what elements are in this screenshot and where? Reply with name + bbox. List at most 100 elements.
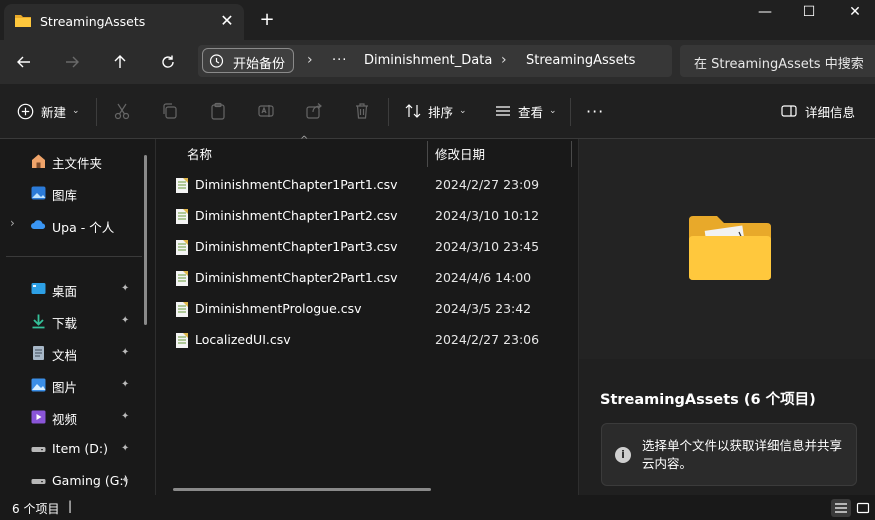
download-icon [32, 314, 45, 329]
video-icon [31, 410, 46, 424]
file-date: 2024/3/5 23:42 [435, 301, 532, 316]
paste-button[interactable] [209, 98, 227, 124]
home-icon [32, 154, 45, 168]
file-row[interactable]: DiminishmentChapter2Part1.csv 2024/4/6 1… [171, 266, 571, 292]
horizontal-scrollbar[interactable] [173, 488, 431, 491]
sidebar-item-videos[interactable]: 视频 ✦ [0, 403, 145, 431]
rename-button[interactable] [257, 98, 275, 124]
breadcrumb-more[interactable]: ··· [332, 53, 347, 68]
view-list-icon [496, 106, 510, 116]
pin-icon[interactable]: ✦ [121, 379, 129, 390]
drive-icon [31, 479, 46, 484]
address-bar[interactable]: 开始备份 › ··· Diminishment_Data › Streaming… [198, 45, 672, 77]
sidebar-item-label: 图片 [52, 380, 78, 395]
rename-icon [258, 105, 274, 117]
status-bar: 6 个项目 | [0, 495, 875, 520]
tab-close-icon[interactable]: ✕ [216, 10, 238, 32]
close-button[interactable]: ✕ [832, 0, 875, 24]
csv-file-icon [176, 178, 188, 193]
new-label: 新建 [41, 104, 67, 120]
trash-icon [356, 103, 368, 119]
large-icons-view-button[interactable] [853, 499, 873, 517]
sidebar-item-pictures[interactable]: 图片 ✦ [0, 371, 145, 399]
delete-button[interactable] [353, 98, 371, 124]
maximize-button[interactable]: ☐ [786, 0, 832, 24]
start-backup-button[interactable]: 开始备份 [202, 48, 294, 73]
details-pane-button[interactable]: 详细信息 [780, 98, 855, 124]
sidebar-item-drive-d[interactable]: Item (D:) ✦ [0, 435, 145, 463]
minimize-button[interactable]: — [742, 0, 788, 24]
sidebar-scrollbar[interactable] [144, 155, 147, 325]
breadcrumb-streamingassets[interactable]: StreamingAssets [526, 53, 635, 68]
sidebar-item-desktop[interactable]: 桌面 ✦ [0, 275, 145, 303]
sidebar-item-label: 桌面 [52, 284, 78, 299]
sidebar-item-downloads[interactable]: 下载 ✦ [0, 307, 145, 335]
refresh-button[interactable] [154, 48, 182, 76]
file-row[interactable]: DiminishmentChapter1Part2.csv 2024/3/10 … [171, 204, 571, 230]
sidebar-item-label: 下载 [52, 316, 78, 331]
cloud-backup-icon [209, 54, 224, 68]
breadcrumb-separator: › [307, 52, 313, 68]
more-options-icon: ··· [586, 101, 605, 121]
new-button[interactable]: 新建 ⌄ [17, 98, 80, 124]
file-date: 2024/4/6 14:00 [435, 270, 532, 285]
sidebar-item-home[interactable]: 主文件夹 [0, 147, 145, 175]
search-box[interactable]: 在 StreamingAssets 中搜索 [680, 45, 875, 77]
column-header-date[interactable]: 修改日期 [435, 144, 485, 163]
file-row[interactable]: DiminishmentPrologue.csv 2024/3/5 23:42 [171, 297, 571, 323]
file-name: DiminishmentChapter2Part1.csv [195, 270, 398, 285]
tab-title: StreamingAssets [40, 14, 146, 29]
file-date: 2024/2/27 23:06 [435, 332, 540, 347]
file-name: DiminishmentChapter1Part2.csv [195, 208, 398, 223]
search-placeholder: 在 StreamingAssets 中搜索 [694, 57, 864, 72]
file-row[interactable]: DiminishmentChapter1Part3.csv 2024/3/10 … [171, 235, 571, 261]
command-bar: 新建 ⌄ 排序 ⌄ 查看 ⌄ ··· 详细信息 [0, 84, 875, 139]
pin-icon[interactable]: ✦ [121, 315, 129, 326]
gallery-icon [31, 186, 46, 200]
column-divider[interactable] [427, 141, 428, 167]
forward-button[interactable] [58, 48, 86, 76]
copy-button[interactable] [161, 98, 179, 124]
breadcrumb-diminishment-data[interactable]: Diminishment_Data [364, 53, 492, 68]
details-title: StreamingAssets (6 个项目) [600, 392, 816, 408]
sidebar-item-gallery[interactable]: 图库 [0, 179, 145, 207]
sidebar-item-onedrive[interactable]: › Upa - 个人 [0, 211, 145, 239]
csv-file-icon [176, 302, 188, 317]
details-label: 详细信息 [805, 104, 856, 120]
view-label: 查看 [518, 104, 544, 120]
plus-circle-icon [17, 103, 34, 119]
copy-icon [163, 103, 177, 119]
cut-button[interactable] [113, 98, 131, 124]
drive-icon [31, 447, 46, 452]
pin-icon[interactable]: ✦ [121, 283, 129, 294]
view-button[interactable]: 查看 ⌄ [494, 98, 557, 124]
details-view-button[interactable] [831, 499, 851, 517]
file-list: 名称 ^ 修改日期 DiminishmentChapter1Part1.csv … [157, 135, 577, 495]
desktop-icon [31, 283, 46, 294]
pin-icon[interactable]: ✦ [121, 411, 129, 422]
back-button[interactable] [10, 48, 38, 76]
arrow-right-icon [66, 56, 79, 68]
details-preview [579, 139, 875, 359]
file-row[interactable]: DiminishmentChapter1Part1.csv 2024/2/27 … [171, 173, 571, 199]
file-row[interactable]: LocalizedUI.csv 2024/2/27 23:06 [171, 328, 571, 354]
sidebar-item-label: Item (D:) [52, 441, 109, 456]
scissors-icon [114, 103, 130, 120]
column-header-name[interactable]: 名称 [187, 144, 212, 163]
sort-button[interactable]: 排序 ⌄ [404, 98, 467, 124]
tab-streamingassets[interactable]: StreamingAssets ✕ [4, 4, 244, 40]
file-date: 2024/3/10 10:12 [435, 208, 540, 223]
chevron-right-icon[interactable]: › [10, 216, 15, 230]
sidebar-item-documents[interactable]: 文档 ✦ [0, 339, 145, 367]
more-options-button[interactable]: ··· [586, 98, 604, 124]
pin-icon[interactable]: ✦ [121, 347, 129, 358]
pin-icon[interactable]: ✦ [121, 443, 129, 454]
share-icon [306, 103, 322, 119]
pin-icon[interactable]: ✦ [121, 475, 129, 486]
up-button[interactable] [106, 48, 134, 76]
column-divider[interactable] [571, 141, 572, 167]
share-button[interactable] [305, 98, 323, 124]
arrow-up-icon [114, 55, 126, 68]
new-tab-button[interactable]: + [256, 9, 278, 31]
sidebar-item-drive-g[interactable]: Gaming (G:) ✦ [0, 467, 145, 495]
